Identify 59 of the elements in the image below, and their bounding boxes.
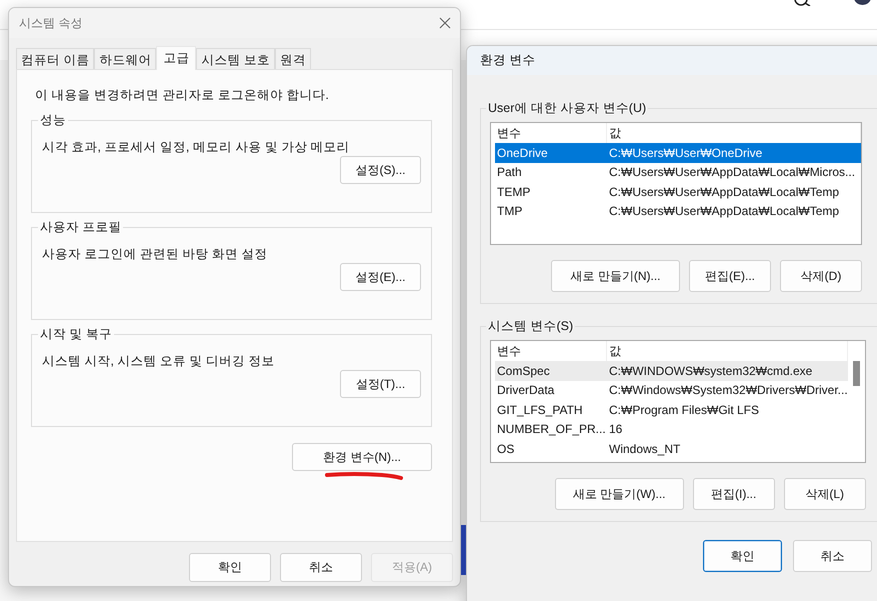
dialog-button[interactable]: 설정(E)...	[340, 263, 421, 291]
table-cell-text: OneDrive	[496, 146, 549, 160]
table-cell-text: OS	[496, 442, 516, 456]
dialog-button[interactable]: 설정(T)...	[340, 370, 421, 398]
table-cell-text: 16	[608, 422, 624, 436]
list-row[interactable]: OneDrive C:₩Users₩User₩OneDrive	[495, 143, 861, 162]
table-cell-text: C:₩Users₩User₩AppData₩Local₩Temp	[608, 184, 840, 199]
list-row[interactable]: OS Windows_NT	[495, 439, 848, 458]
group-label: 시스템 변수(S)	[487, 318, 574, 335]
table-cell-text: TMP	[496, 204, 524, 218]
table-cell-text: ComSpec	[496, 364, 551, 378]
list-row[interactable]: DriverData C:₩Windows₩System32₩Drivers₩Driver...	[495, 380, 848, 400]
table-cell-text: C:₩Windows₩System32₩Drivers₩Driver...	[608, 383, 848, 398]
close-icon[interactable]	[438, 16, 452, 30]
group-label: 사용자 프로필	[39, 219, 122, 236]
dialog-button[interactable]: 삭제(D)	[780, 260, 862, 292]
dialog-button[interactable]: 환경 변수(N)...	[292, 443, 432, 471]
dialog-button[interactable]: 편집(I)...	[692, 478, 775, 510]
tab[interactable]: 고급	[156, 46, 196, 70]
tab[interactable]: 원격	[274, 48, 311, 69]
window-title: 시스템 속성	[19, 14, 82, 32]
dialog-button[interactable]: 확인	[703, 540, 782, 572]
list-row[interactable]: TMP C:₩Users₩User₩AppData₩Local₩Temp	[495, 202, 861, 221]
table-cell-text: C:₩Users₩User₩AppData₩Local₩Temp	[608, 204, 840, 218]
dialog-button[interactable]: 삭제(L)	[784, 478, 866, 510]
table-cell-text: TEMP	[496, 184, 532, 199]
group-description: 시스템 시작, 시스템 오류 및 디버깅 정보	[42, 353, 276, 370]
list-row[interactable]: GIT_LFS_PATH C:₩Program Files₩Git LFS	[495, 400, 848, 420]
dialog-button[interactable]: 새로 만들기(N)...	[551, 260, 680, 292]
table-cell-text: C:₩Program Files₩Git LFS	[608, 402, 760, 417]
tab[interactable]: 하드웨어	[94, 48, 156, 69]
table-cell-text: C:₩Users₩User₩AppData₩Local₩Micros...	[608, 165, 856, 180]
dialog-button[interactable]: 편집(E)...	[689, 260, 771, 292]
tab[interactable]: 시스템 보호	[196, 48, 275, 69]
table-cell-text: Windows_NT	[608, 442, 682, 456]
dialog-button[interactable]: 설정(S)...	[340, 156, 421, 184]
table-cell-text: C:₩WINDOWS₩system32₩cmd.exe	[608, 364, 814, 378]
dialog-button[interactable]: 취소	[280, 553, 362, 582]
group-label: User에 대한 사용자 변수(U)	[487, 100, 648, 117]
window-title: 환경 변수	[480, 52, 536, 69]
list-row[interactable]: Path C:₩Users₩User₩AppData₩Local₩Micros...	[495, 162, 861, 182]
table-cell-text: GIT_LFS_PATH	[496, 402, 584, 417]
dialog-button[interactable]: 새로 만들기(W)...	[554, 478, 684, 510]
table-cell-text: NUMBER_OF_PR...	[496, 422, 607, 436]
list-row[interactable]: NUMBER_OF_PR... 16	[495, 420, 848, 439]
notice-text: 이 내용을 변경하려면 관리자로 로그온해야 합니다.	[35, 87, 330, 104]
table-cell-text: C:₩Users₩User₩OneDrive	[608, 146, 764, 160]
scrollbar-thumb[interactable]	[852, 361, 860, 386]
group-label: 성능	[39, 112, 67, 129]
list-row[interactable]: ComSpec C:₩WINDOWS₩system32₩cmd.exe	[495, 361, 848, 380]
group-label: 시작 및 복구	[39, 326, 113, 343]
table-cell-text: Path	[496, 165, 523, 180]
table-cell-text: DriverData	[496, 383, 556, 398]
tab[interactable]: 컴퓨터 이름	[16, 48, 94, 69]
group-description: 시각 효과, 프로세서 일정, 메모리 사용 및 가상 메모리	[42, 139, 351, 156]
dialog-button[interactable]: 확인	[189, 553, 271, 582]
group-description: 사용자 로그인에 관련된 바탕 화면 설정	[42, 246, 268, 263]
list-row[interactable]: TEMP C:₩Users₩User₩AppData₩Local₩Temp	[495, 182, 861, 202]
dialog-button[interactable]: 취소	[793, 540, 872, 572]
